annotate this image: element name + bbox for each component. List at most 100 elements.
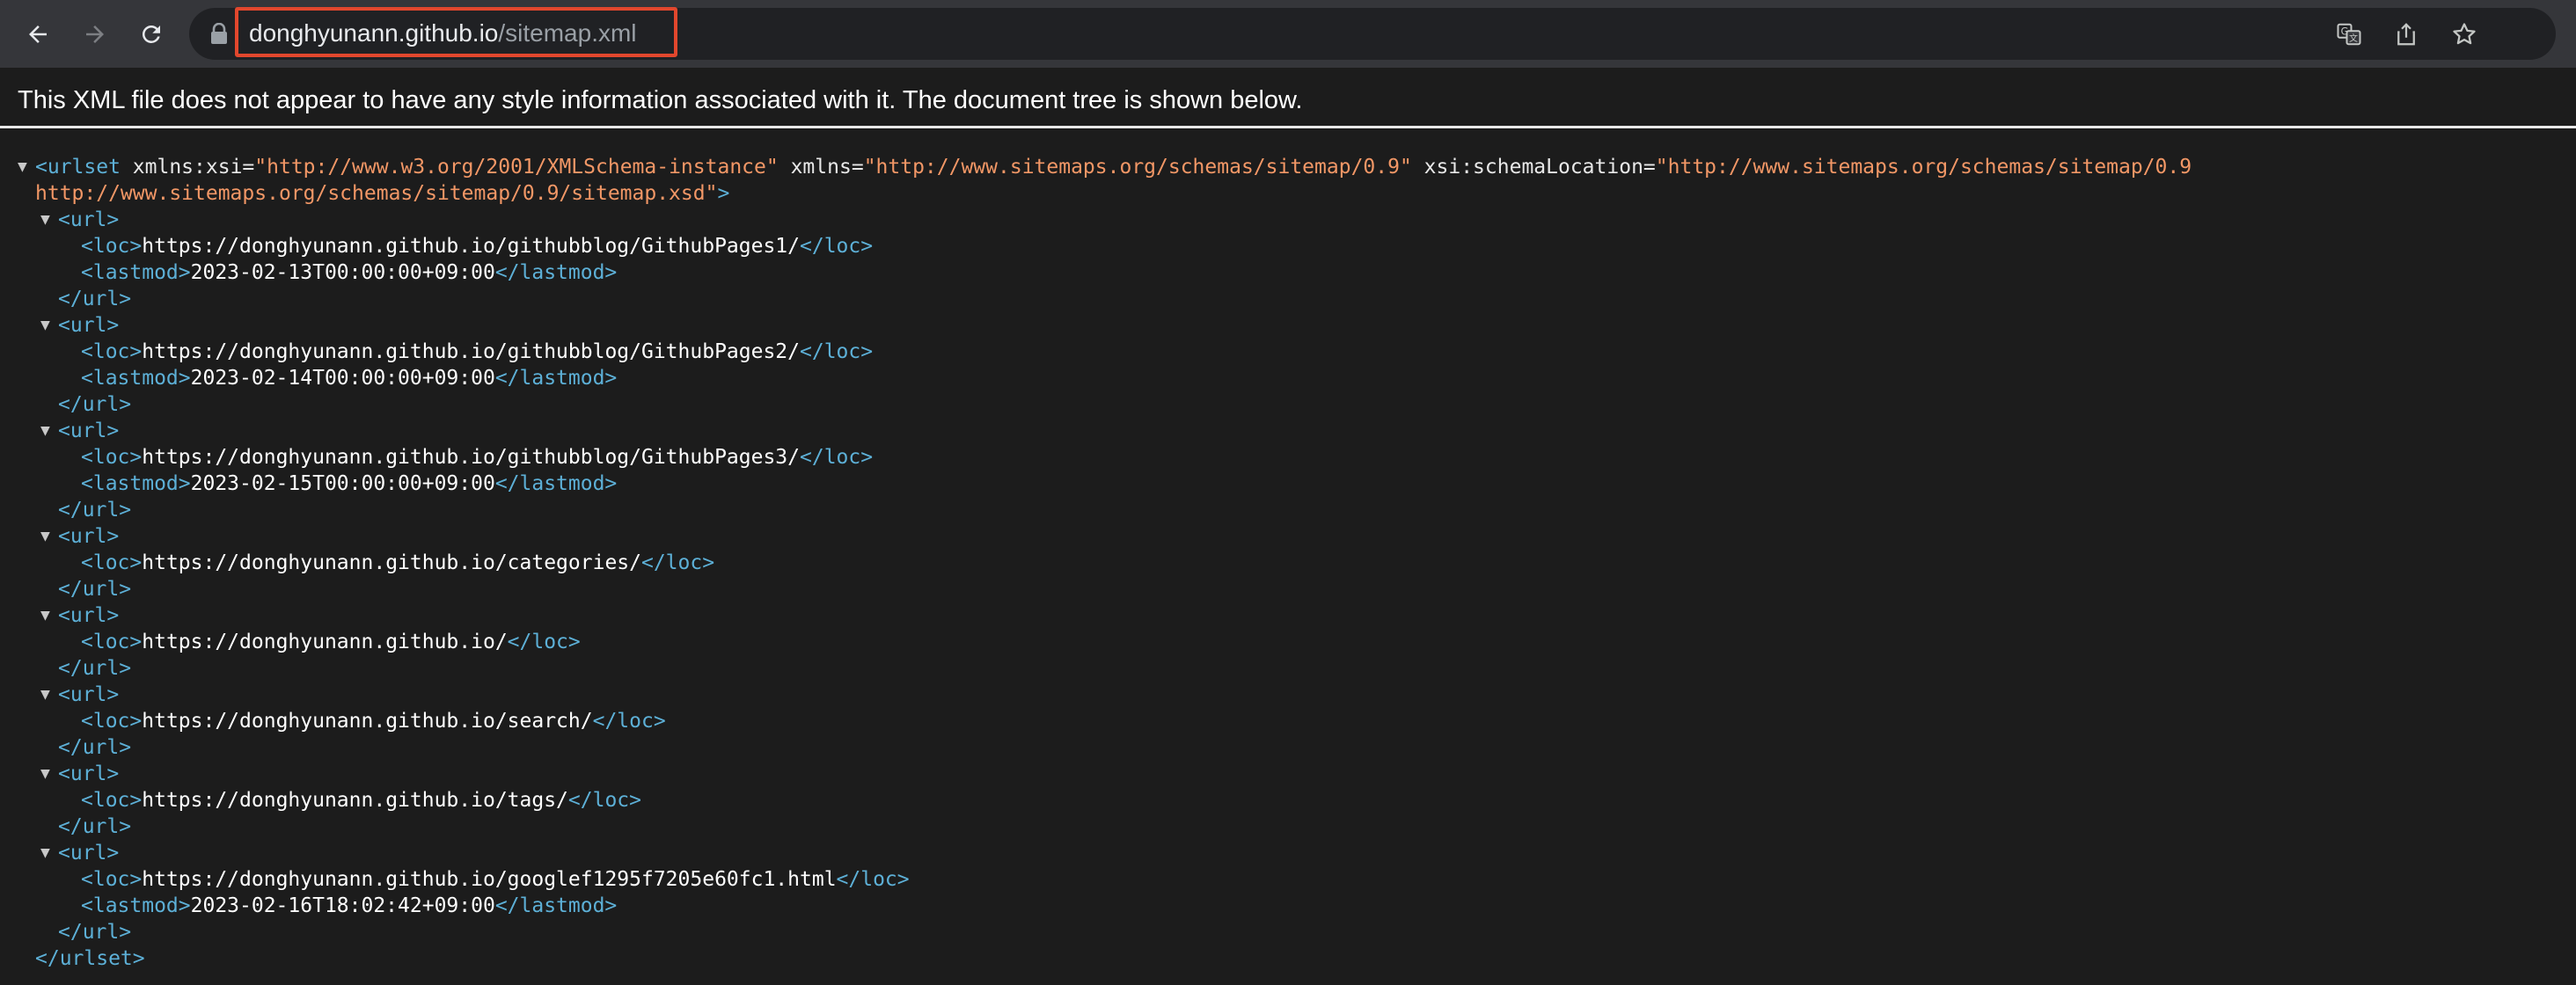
lastmod-value: 2023-02-15T00:00:00+09:00 [190,472,495,495]
loc-value: https://donghyunann.github.io/githubblog… [142,235,800,258]
loc-line: <loc>https://donghyunann.github.io/githu… [0,233,2576,259]
url-close-line: </url> [0,919,2576,945]
url-close-line: </url> [0,734,2576,761]
url-close-tag: </url> [58,578,132,601]
bookmark-button[interactable] [2449,19,2479,49]
collapse-toggle-icon[interactable]: ▼ [40,418,50,444]
attr-value: "http://www.sitemaps.org/schemas/sitemap… [1655,156,2192,179]
lastmod-line: <lastmod>2023-02-16T18:02:42+09:00</last… [0,893,2576,919]
loc-open-tag: <loc> [81,551,143,574]
loc-open-tag: <loc> [81,710,143,733]
loc-close-tag: </loc> [800,446,874,469]
svg-text:文: 文 [2349,33,2358,44]
url-close-line: </url> [0,576,2576,602]
loc-line: <loc>https://donghyunann.github.io/categ… [0,550,2576,576]
lastmod-value: 2023-02-16T18:02:42+09:00 [190,894,495,917]
arrow-right-icon [86,26,104,43]
share-button[interactable] [2391,19,2421,49]
reload-icon [142,25,160,43]
lastmod-line: <lastmod>2023-02-15T00:00:00+09:00</last… [0,471,2576,497]
url-open-tag: <url> [58,604,120,627]
arrow-left-icon [29,26,47,43]
url-entry: ▼ <url> <loc>https://donghyunann.github.io… [0,523,2576,602]
url-open-tag: <url> [58,762,120,785]
lastmod-close-tag: </lastmod> [494,261,618,284]
lock-icon[interactable] [209,23,230,46]
url-open-tag: <url> [58,208,120,231]
url-open-tag: <url> [58,314,120,337]
url-entry: ▼ <url> <loc>https://donghyunann.github.io… [0,682,2576,761]
loc-open-tag: <loc> [81,235,143,258]
url-open-line: ▼ <url> [0,207,2576,233]
url-close-tag: </url> [58,921,132,944]
url-open-line: ▼ <url> [0,761,2576,787]
url-entry: ▼ <url> <loc>https://donghyunann.github.io… [0,602,2576,682]
lastmod-close-tag: </lastmod> [494,472,618,495]
url-close-tag: </url> [58,288,132,310]
collapse-toggle-icon[interactable]: ▼ [18,154,27,180]
xml-document-tree: ▼ <urlset xmlns:xsi="http://www.w3.org/20… [0,154,2576,972]
url-close-line: </url> [0,286,2576,312]
attr-name: xmlns:xsi [132,156,243,179]
collapse-toggle-icon[interactable]: ▼ [40,523,50,550]
lastmod-line: <lastmod>2023-02-13T00:00:00+09:00</last… [0,259,2576,286]
url-entry: ▼ <url> <loc>https://donghyunann.github.io… [0,761,2576,840]
collapse-toggle-icon[interactable]: ▼ [40,602,50,629]
url-host: donghyunann.github.io [249,19,499,47]
url-open-tag: <url> [58,525,120,548]
reload-button[interactable] [129,12,173,56]
loc-line: <loc>https://donghyunann.github.io/searc… [0,708,2576,734]
urlset-open-tag: <urlset [35,156,121,179]
lastmod-close-tag: </lastmod> [494,894,618,917]
url-path: /sitemap.xml [498,19,637,47]
loc-close-tag: </loc> [836,868,910,891]
url-close-line: </url> [0,391,2576,418]
translate-button[interactable]: G 文 [2334,19,2364,49]
attr-value: "http://www.w3.org/2001/XMLSchema-instan… [254,156,779,179]
loc-value: https://donghyunann.github.io/githubblog… [142,446,800,469]
loc-line: <loc>https://donghyunann.github.io/tags/… [0,787,2576,814]
loc-open-tag: <loc> [81,446,143,469]
urlset-open-line-continuation: http://www.sitemaps.org/schemas/sitemap/… [0,180,2576,207]
share-icon [2397,23,2415,46]
attr-name: xsi:schemaLocation [1423,156,1643,179]
lastmod-value: 2023-02-13T00:00:00+09:00 [190,261,495,284]
collapse-toggle-icon[interactable]: ▼ [40,840,50,866]
url-entry: ▼ <url> <loc>https://donghyunann.github.io… [0,418,2576,523]
url-text[interactable]: donghyunann.github.io/sitemap.xml [249,20,637,47]
collapse-toggle-icon[interactable]: ▼ [40,207,50,233]
attr-value: http://www.sitemaps.org/schemas/sitemap/… [35,182,718,205]
loc-close-tag: </loc> [800,340,874,363]
collapse-toggle-icon[interactable]: ▼ [40,312,50,339]
loc-close-tag: </loc> [800,235,874,258]
url-close-tag: </url> [58,499,132,522]
urlset-open-line: ▼ <urlset xmlns:xsi="http://www.w3.org/20… [18,154,2192,180]
url-close-tag: </url> [58,815,132,838]
attr-name: xmlns [790,156,852,179]
forward-button[interactable] [73,12,117,56]
collapse-toggle-icon[interactable]: ▼ [40,761,50,787]
loc-line: <loc>https://donghyunann.github.io/githu… [0,444,2576,471]
urlset-close-tag: </urlset> [35,947,145,970]
urlset-open-tag-end: > [717,182,730,205]
loc-value: https://donghyunann.github.io/ [142,631,508,653]
back-button[interactable] [16,12,60,56]
loc-value: https://donghyunann.github.io/search/ [142,710,593,733]
collapse-toggle-icon[interactable]: ▼ [40,682,50,708]
header-divider [0,126,2576,128]
lastmod-close-tag: </lastmod> [494,367,618,390]
attr-value: "http://www.sitemaps.org/schemas/sitemap… [863,156,1412,179]
url-close-line: </url> [0,497,2576,523]
loc-value: https://donghyunann.github.io/tags/ [142,789,568,812]
loc-open-tag: <loc> [81,631,143,653]
lastmod-open-tag: <lastmod> [81,367,191,390]
loc-line: <loc>https://donghyunann.github.io/</loc… [0,629,2576,655]
urlset-close-line: </urlset> [0,945,2576,972]
loc-value: https://donghyunann.github.io/categories… [142,551,641,574]
address-bar[interactable]: donghyunann.github.io/sitemap.xml G 文 [189,7,2556,60]
url-entry: ▼ <url> <loc>https://donghyunann.github.io… [0,840,2576,945]
loc-open-tag: <loc> [81,340,143,363]
star-icon [2453,23,2476,45]
lastmod-line: <lastmod>2023-02-14T00:00:00+09:00</last… [0,365,2576,391]
url-entries: ▼ <url> <loc>https://donghyunann.github.io… [0,207,2576,945]
